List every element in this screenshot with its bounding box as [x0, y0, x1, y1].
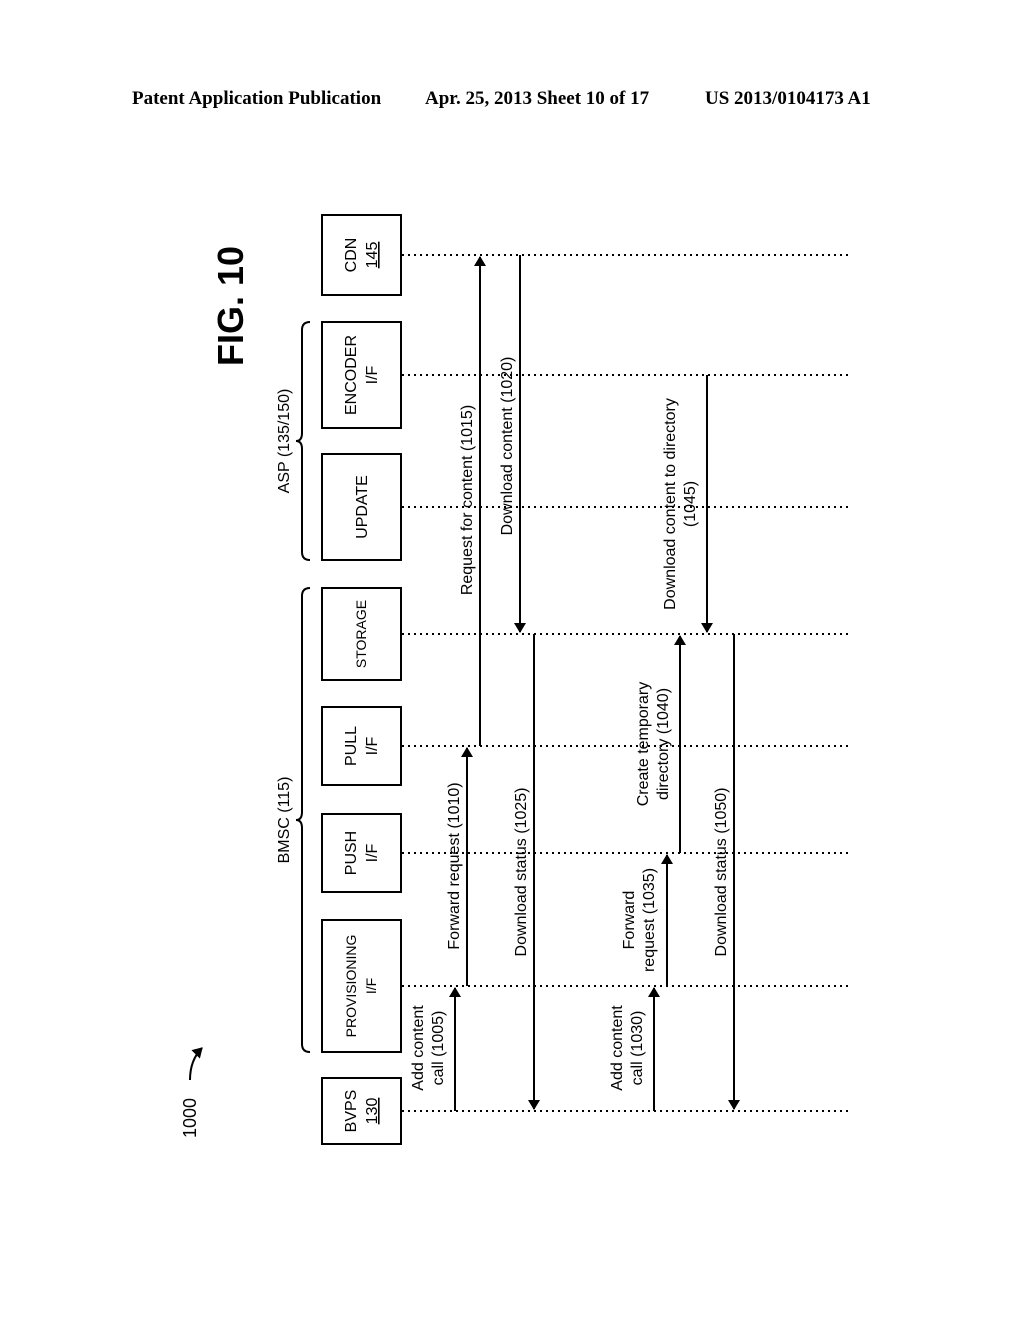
- svg-text:BVPS: BVPS: [343, 1090, 360, 1133]
- svg-text:145: 145: [364, 242, 381, 269]
- figure-title: FIG. 10: [210, 246, 251, 366]
- message-1015: Request for content (1015): [459, 256, 486, 746]
- svg-text:130: 130: [364, 1098, 381, 1125]
- entity-provisioning-if: PROVISIONING I/F: [321, 919, 402, 1053]
- svg-text:request (1035): request (1035): [641, 868, 658, 972]
- message-1045: Download content to directory (1045): [662, 375, 713, 633]
- sequence-diagram: FIG. 10 1000 BMSC (115) ASP (135/150) CD…: [180, 214, 850, 1145]
- ref-arrow-icon: [189, 1047, 203, 1081]
- svg-text:I/F: I/F: [364, 843, 381, 862]
- svg-text:Request for content (1015): Request for content (1015): [459, 405, 476, 595]
- bmsc-brace: [295, 587, 311, 1053]
- svg-text:I/F: I/F: [363, 978, 379, 994]
- entity-cdn: CDN 145: [321, 214, 402, 296]
- group-label-asp: ASP (135/150): [276, 389, 293, 494]
- svg-text:Add content: Add content: [410, 1005, 427, 1091]
- entity-update: UPDATE: [321, 453, 402, 561]
- svg-text:Create temporary: Create temporary: [635, 682, 652, 807]
- message-1035: Forward request (1035): [621, 854, 673, 986]
- svg-text:I/F: I/F: [364, 736, 381, 755]
- entity-pull-if: PULL I/F: [321, 706, 402, 786]
- svg-text:Forward: Forward: [621, 891, 638, 950]
- svg-text:Download content to directory: Download content to directory: [662, 398, 679, 610]
- svg-text:(1045): (1045): [682, 481, 699, 527]
- svg-text:PULL: PULL: [343, 726, 360, 766]
- svg-text:Download status (1050): Download status (1050): [713, 788, 730, 957]
- entity-bvps: BVPS 130: [321, 1077, 402, 1145]
- svg-text:directory (1040): directory (1040): [655, 688, 672, 800]
- svg-text:call (1005): call (1005): [430, 1011, 447, 1086]
- svg-text:CDN: CDN: [343, 238, 360, 273]
- message-1020: Download content (1020): [499, 255, 526, 633]
- svg-text:I/F: I/F: [364, 365, 381, 384]
- group-label-bmsc: BMSC (115): [276, 777, 293, 864]
- message-1010: Forward request (1010): [446, 747, 473, 986]
- entity-storage: STORAGE: [321, 587, 402, 681]
- svg-text:Download content (1020): Download content (1020): [499, 357, 516, 536]
- message-1040: Create temporary directory (1040): [635, 635, 686, 853]
- entity-push-if: PUSH I/F: [321, 813, 402, 893]
- message-1025: Download status (1025): [513, 634, 540, 1110]
- figure-ref-number: 1000: [180, 1098, 200, 1138]
- message-1005: Add content call (1005): [410, 987, 461, 1111]
- entity-encoder-if: ENCODER I/F: [321, 321, 402, 429]
- svg-text:Forward request (1010): Forward request (1010): [446, 782, 463, 949]
- svg-text:Add content: Add content: [609, 1005, 626, 1091]
- svg-text:Download status (1025): Download status (1025): [513, 788, 530, 957]
- message-1050: Download status (1050): [713, 634, 740, 1110]
- svg-text:UPDATE: UPDATE: [354, 475, 371, 539]
- message-1030: Add content call (1030): [609, 987, 660, 1111]
- asp-brace: [295, 321, 311, 561]
- svg-text:PROVISIONING: PROVISIONING: [343, 935, 359, 1038]
- svg-text:STORAGE: STORAGE: [353, 600, 369, 668]
- svg-text:PUSH: PUSH: [343, 831, 360, 875]
- svg-text:call (1030): call (1030): [629, 1011, 646, 1086]
- svg-text:ENCODER: ENCODER: [343, 335, 360, 415]
